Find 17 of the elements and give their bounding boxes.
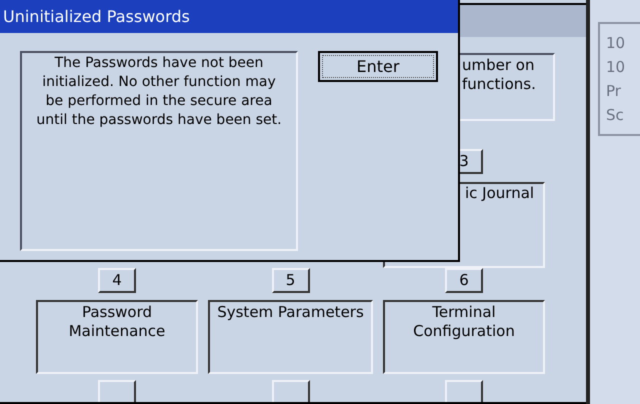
instructions-text: umber on functions.: [462, 56, 537, 94]
side-text: Pr: [606, 82, 622, 100]
dialog-title: Uninitialized Passwords: [3, 6, 190, 28]
number-key[interactable]: [272, 380, 310, 402]
number-key[interactable]: 5: [272, 268, 310, 293]
option-button[interactable]: Password Maintenance: [36, 300, 198, 374]
option-button[interactable]: Terminal Configuration: [383, 300, 545, 374]
number-key[interactable]: 4: [98, 268, 136, 293]
message-text: The Passwords have not been initialized. No other function may be performed in the secure area until the passwords have been set.: [35, 54, 283, 130]
number-key[interactable]: [98, 380, 136, 402]
option-button[interactable]: System Parameters: [208, 300, 373, 374]
side-text: Sc: [606, 106, 625, 124]
number-key[interactable]: 6: [445, 268, 483, 293]
enter-button[interactable]: Enter: [318, 51, 438, 82]
side-text: 10: [606, 58, 626, 76]
number-key[interactable]: [445, 380, 483, 402]
side-text: 10: [606, 34, 626, 52]
